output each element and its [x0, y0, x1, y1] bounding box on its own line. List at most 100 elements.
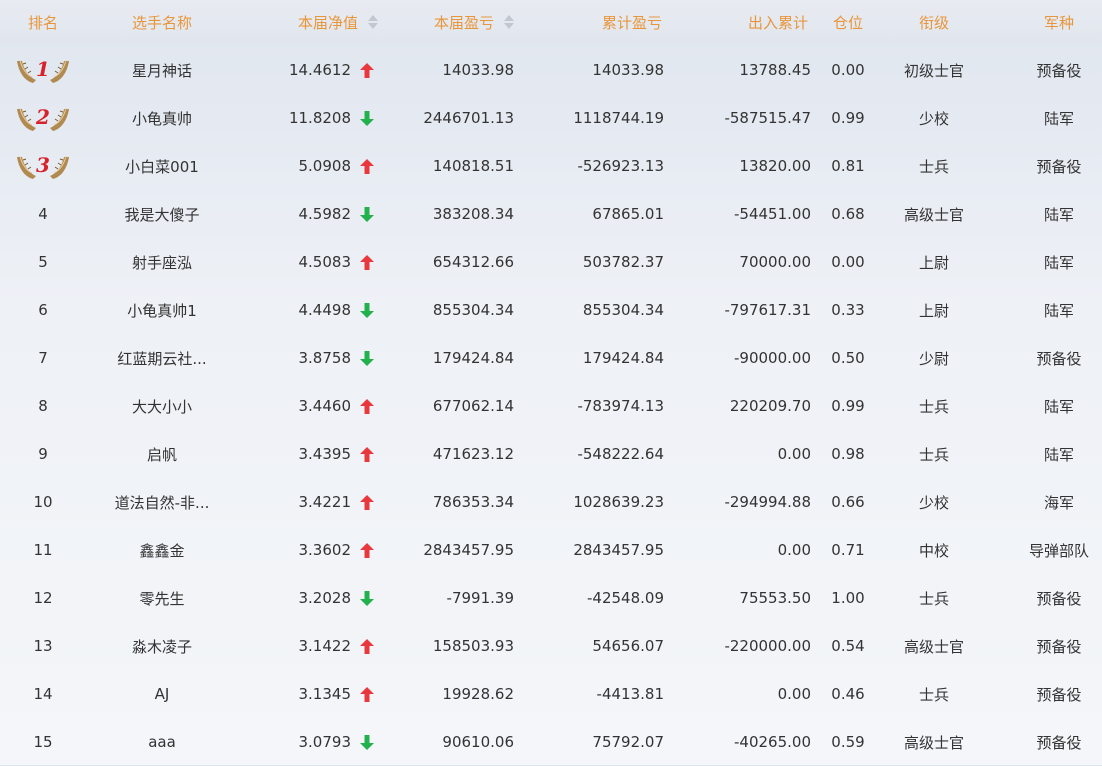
- military-rank: 士兵: [918, 685, 949, 704]
- session-pnl: 140818.51: [432, 157, 514, 175]
- trend-indicator: [356, 478, 378, 526]
- header-rank: 排名: [27, 13, 58, 32]
- player-name[interactable]: 小白菜001: [86, 142, 238, 190]
- cash-flow: 0.00: [777, 541, 811, 559]
- rank-cell: 5: [0, 238, 86, 286]
- header-pnl-label: 本届盈亏: [433, 13, 494, 32]
- trend-indicator: [356, 622, 378, 670]
- down-arrow-icon: [360, 110, 374, 126]
- cumulative-pnl: 75792.07: [592, 733, 664, 751]
- service-branch: 导弹部队: [1028, 541, 1089, 560]
- table-row[interactable]: 2 小龟真帅 11.8208 2446701.13 1118744.19 -587515.…: [0, 94, 1102, 142]
- table-row[interactable]: 4 我是大傻子 4.5982 383208.34 67865.01 -54451.00 0.…: [0, 190, 1102, 238]
- table-row[interactable]: 12 零先生 3.2028 -7991.39 -42548.09 75553.50 1.00…: [0, 574, 1102, 622]
- up-arrow-icon: [360, 254, 374, 270]
- table-row[interactable]: 13 淼木凌子 3.1422 158503.93 54656.07 -220000.00 0…: [0, 622, 1102, 670]
- table-row[interactable]: 11 鑫鑫金 3.3602 2843457.95 2843457.95 0.00 0.71 中…: [0, 526, 1102, 574]
- net-value: 3.4221: [298, 493, 352, 511]
- table-row[interactable]: 15 aaa 3.0793 90610.06 75792.07 -40265.00 0.59…: [0, 718, 1102, 766]
- player-name[interactable]: 小龟真帅: [86, 94, 238, 142]
- military-rank: 中校: [918, 541, 949, 560]
- net-value: 3.3602: [298, 541, 352, 559]
- player-name[interactable]: 零先生: [86, 574, 238, 622]
- position-ratio: 0.46: [831, 685, 865, 703]
- player-name[interactable]: 红蓝期云社...: [86, 334, 238, 382]
- military-rank: 士兵: [918, 589, 949, 608]
- cash-flow: 13820.00: [739, 157, 811, 175]
- player-name[interactable]: 小龟真帅1: [86, 286, 238, 334]
- rank-cell: 12: [0, 574, 86, 622]
- medal-rank-number: 2: [35, 105, 50, 129]
- table-row[interactable]: 6 小龟真帅1 4.4498 855304.34 855304.34 -797617.31…: [0, 286, 1102, 334]
- table-row[interactable]: 14 AJ 3.1345 19928.62 -4413.81 0.00 0.46 士兵 预备役: [0, 670, 1102, 718]
- rank-number: 13: [33, 637, 53, 655]
- cumulative-pnl: 855304.34: [582, 301, 664, 319]
- table-row[interactable]: 3 小白菜001 5.0908 140818.51 -526923.13 13820.00…: [0, 142, 1102, 190]
- cash-flow: -40265.00: [734, 733, 811, 751]
- position-ratio: 0.98: [831, 445, 865, 463]
- service-branch: 预备役: [1036, 349, 1082, 368]
- sort-icon[interactable]: [368, 14, 378, 30]
- cash-flow: -90000.00: [734, 349, 811, 367]
- sort-icon[interactable]: [504, 14, 514, 30]
- net-value: 3.1422: [298, 637, 352, 655]
- player-name[interactable]: 星月神话: [86, 46, 238, 94]
- service-branch: 陆军: [1043, 445, 1074, 464]
- session-pnl: 179424.84: [432, 349, 514, 367]
- player-name[interactable]: 淼木凌子: [86, 622, 238, 670]
- position-ratio: 0.99: [831, 109, 865, 127]
- player-name[interactable]: 启帆: [86, 430, 238, 478]
- table-row[interactable]: 5 射手座泓 4.5083 654312.66 503782.37 70000.00 0.0…: [0, 238, 1102, 286]
- player-name[interactable]: 鑫鑫金: [86, 526, 238, 574]
- medal-wings-icon: 1: [17, 57, 69, 83]
- table-row[interactable]: 8 大大小小 3.4460 677062.14 -783974.13 220209.70 0…: [0, 382, 1102, 430]
- service-branch: 陆军: [1043, 109, 1074, 128]
- player-name[interactable]: AJ: [86, 670, 238, 718]
- player-name[interactable]: 道法自然-非...: [86, 478, 238, 526]
- net-value: 3.0793: [298, 733, 352, 751]
- player-name[interactable]: 大大小小: [86, 382, 238, 430]
- rank-cell: 11: [0, 526, 86, 574]
- cumulative-pnl: 1118744.19: [573, 109, 664, 127]
- net-value: 4.4498: [298, 301, 352, 319]
- cumulative-pnl: -42548.09: [587, 589, 664, 607]
- header-pnl[interactable]: 本届盈亏: [380, 0, 514, 44]
- table-row[interactable]: 10 道法自然-非... 3.4221 786353.34 1028639.23 -294…: [0, 478, 1102, 526]
- down-arrow-icon: [360, 590, 374, 606]
- medal-rank-number: 3: [36, 153, 50, 177]
- rank-cell: 15: [0, 718, 86, 766]
- cash-flow: -54451.00: [734, 205, 811, 223]
- player-name[interactable]: 我是大傻子: [86, 190, 238, 238]
- rank-number: 11: [33, 541, 53, 559]
- position-ratio: 0.66: [831, 493, 865, 511]
- table-row[interactable]: 1 星月神话 14.4612 14033.98 14033.98 13788.45 0.00…: [0, 46, 1102, 94]
- rank-cell: 9: [0, 430, 86, 478]
- rank-cell: 3: [0, 142, 86, 190]
- cash-flow: -587515.47: [724, 109, 811, 127]
- up-arrow-icon: [360, 446, 374, 462]
- cash-flow: -294994.88: [724, 493, 811, 511]
- position-ratio: 0.71: [831, 541, 865, 559]
- header-nav[interactable]: 本届净值: [238, 0, 378, 44]
- up-arrow-icon: [360, 638, 374, 654]
- player-name[interactable]: aaa: [86, 718, 238, 766]
- player-name[interactable]: 射手座泓: [86, 238, 238, 286]
- service-branch: 海军: [1043, 493, 1074, 512]
- down-arrow-icon: [360, 350, 374, 366]
- military-rank: 上尉: [918, 253, 949, 272]
- rank-number: 8: [38, 397, 48, 415]
- military-rank: 士兵: [918, 445, 949, 464]
- session-pnl: 19928.62: [442, 685, 514, 703]
- net-value: 14.4612: [288, 61, 351, 79]
- cumulative-pnl: -783974.13: [577, 397, 664, 415]
- table-row[interactable]: 9 启帆 3.4395 471623.12 -548222.64 0.00 0.98 士兵 陆军: [0, 430, 1102, 478]
- rank-cell: 10: [0, 478, 86, 526]
- service-branch: 预备役: [1036, 637, 1082, 656]
- service-branch: 预备役: [1036, 685, 1082, 704]
- table-row[interactable]: 7 红蓝期云社... 3.8758 179424.84 179424.84 -90000.…: [0, 334, 1102, 382]
- cash-flow: 0.00: [777, 445, 811, 463]
- rank-cell: 8: [0, 382, 86, 430]
- rank-number: 5: [38, 253, 48, 271]
- cumulative-pnl: -526923.13: [577, 157, 664, 175]
- net-value: 5.0908: [298, 157, 352, 175]
